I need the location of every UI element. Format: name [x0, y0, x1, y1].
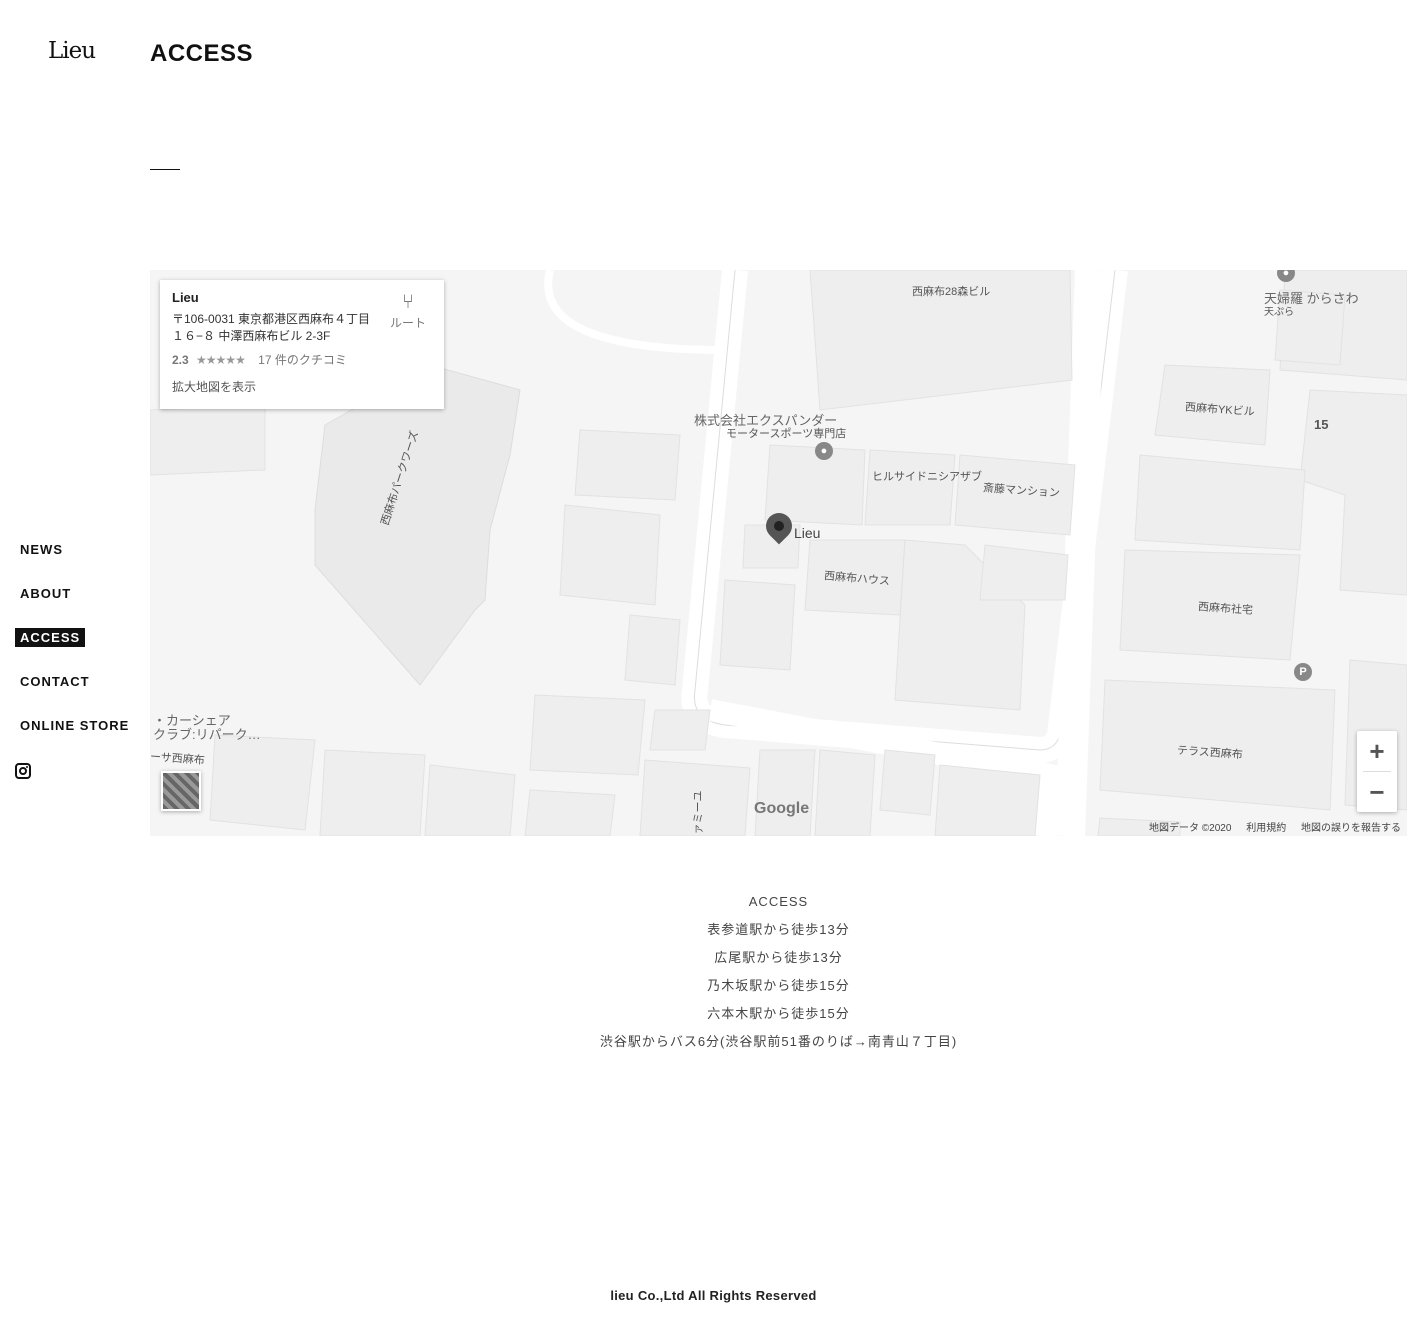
map-label-expander-sub: モータースポーツ専門店 [726, 428, 847, 440]
shopping-poi-icon[interactable]: ● [815, 442, 833, 460]
google-logo: Google [754, 800, 810, 817]
nav-item-about[interactable]: ABOUT [20, 586, 71, 601]
map-label-carshare-2: クラブ:リパーク… [153, 727, 261, 742]
review-count-link[interactable]: 17 件のクチコミ [258, 353, 347, 367]
map-info-card: Lieu 〒106-0031 東京都港区西麻布４丁目１６−８ 中澤西麻布ビル 2… [160, 280, 444, 409]
title-divider [150, 169, 180, 170]
zoom-controls: + − [1357, 731, 1397, 812]
zoom-in-button[interactable]: + [1357, 731, 1397, 771]
nav-item-news[interactable]: NEWS [20, 542, 63, 557]
terms-link[interactable]: 利用規約 [1246, 823, 1286, 834]
map-label-family: ファミーユ [692, 790, 705, 837]
marker-label: Lieu [794, 525, 821, 541]
enlarge-map-link[interactable]: 拡大地図を表示 [172, 378, 432, 395]
map[interactable]: Lieu 〒106-0031 東京都港区西麻布４丁目１６−８ 中澤西麻布ビル 2… [150, 270, 1407, 836]
satellite-view-toggle[interactable] [161, 771, 201, 811]
map-data-attribution: 地図データ ©2020 [1149, 823, 1232, 834]
copyright: lieu Co.,Ltd All Rights Reserved [610, 1288, 817, 1303]
map-label-mori-bldg: 西麻布28森ビル [912, 286, 991, 298]
page-title: ACCESS [150, 40, 254, 67]
directions-icon: ⑂ [401, 291, 414, 313]
map-label-tempura-sub: 天ぷら [1264, 307, 1294, 318]
map-footer: 地図データ ©2020 利用規約 地図の誤りを報告する [1137, 819, 1401, 834]
zoom-out-button[interactable]: − [1357, 772, 1397, 812]
access-line: 渋谷駅からバス6分(渋谷駅前51番のりば→南青山７丁目) [599, 1034, 958, 1049]
place-rating: 2.3 ★★★★★ 17 件のクチコミ [172, 351, 432, 368]
map-label-hillside: ヒルサイドニシアザブ [872, 471, 982, 483]
access-line: 乃木坂駅から徒歩15分 [707, 978, 850, 993]
rating-stars-icon: ★★★★★ [196, 353, 246, 367]
nav-item-access[interactable]: ACCESS [15, 628, 86, 647]
rating-value: 2.3 [172, 353, 189, 367]
access-heading: ACCESS [748, 894, 809, 909]
access-line: 六本木駅から徒歩15分 [707, 1006, 850, 1021]
route-label: ルート [389, 316, 426, 330]
parking-poi-icon[interactable]: P [1294, 663, 1312, 681]
nav-item-online-store[interactable]: ONLINE STORE [20, 718, 129, 733]
access-info: ACCESS 表参道駅から徒歩13分 広尾駅から徒歩13分 乃木坂駅から徒歩15… [150, 888, 1407, 1056]
logo[interactable]: Lieu [48, 38, 96, 64]
report-error-link[interactable]: 地図の誤りを報告する [1301, 823, 1401, 834]
nav-item-contact[interactable]: CONTACT [20, 674, 90, 689]
access-line: 表参道駅から徒歩13分 [707, 922, 850, 937]
route-button[interactable]: ⑂ ルート [390, 290, 426, 332]
access-line: 広尾駅から徒歩13分 [714, 950, 843, 965]
place-address: 〒106-0031 東京都港区西麻布４丁目１６−８ 中澤西麻布ビル 2-3F [172, 312, 371, 343]
instagram-icon[interactable] [15, 763, 31, 779]
map-label-block-number: 15 [1314, 417, 1329, 432]
